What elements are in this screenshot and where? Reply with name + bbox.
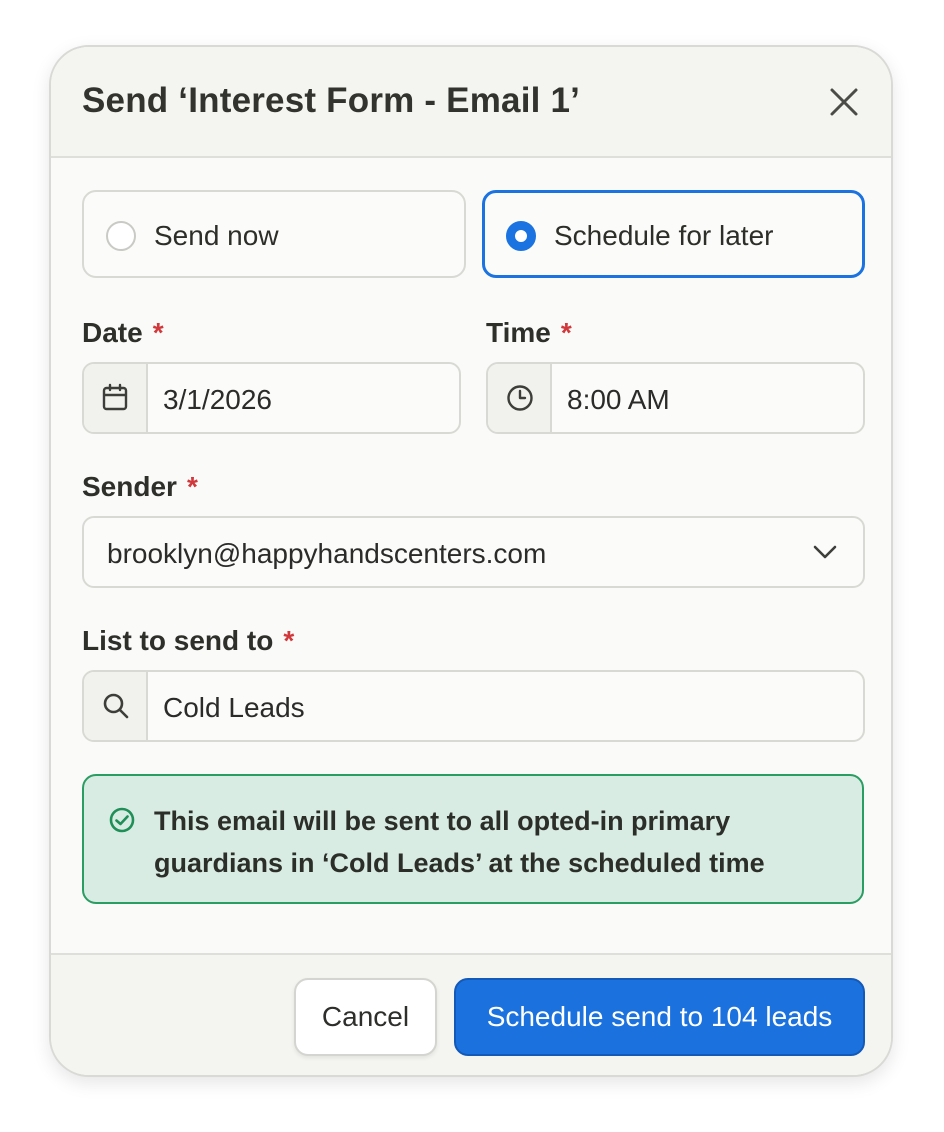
calendar-icon xyxy=(102,383,128,411)
dialog-header: Send ‘Interest Form - Email 1’ xyxy=(51,47,891,158)
sender-select[interactable]: brooklyn@happyhandscenters.com xyxy=(82,516,865,588)
list-label: List to send to * xyxy=(82,625,294,657)
sender-required-mark: * xyxy=(186,471,198,502)
date-value: 3/1/2026 xyxy=(163,384,272,415)
date-label-text: Date xyxy=(82,317,143,348)
sender-label-text: Sender xyxy=(82,471,177,502)
send-now-label: Send now xyxy=(154,220,279,251)
info-notice: This email will be sent to all opted-in … xyxy=(82,774,864,904)
close-button[interactable] xyxy=(827,85,861,119)
send-email-dialog: Send ‘Interest Form - Email 1’ Send now … xyxy=(49,45,893,1077)
close-icon xyxy=(830,88,858,116)
list-search-field[interactable]: Cold Leads xyxy=(82,670,865,742)
date-addon xyxy=(84,364,148,432)
date-required-mark: * xyxy=(152,317,164,348)
list-value: Cold Leads xyxy=(163,692,305,723)
chevron-down-icon xyxy=(813,545,837,559)
schedule-later-radio[interactable] xyxy=(506,221,536,251)
dialog-footer: Cancel Schedule send to 104 leads xyxy=(51,953,891,1075)
list-required-mark: * xyxy=(283,625,295,656)
schedule-later-option[interactable]: Schedule for later xyxy=(482,190,865,278)
sender-value: brooklyn@happyhandscenters.com xyxy=(107,538,547,569)
date-field[interactable]: 3/1/2026 xyxy=(82,362,461,434)
send-now-radio[interactable] xyxy=(106,221,136,251)
date-label: Date * xyxy=(82,317,164,349)
schedule-send-button[interactable]: Schedule send to 104 leads xyxy=(454,978,865,1056)
list-addon xyxy=(84,672,148,740)
time-label: Time * xyxy=(486,317,572,349)
notice-text: This email will be sent to all opted-in … xyxy=(154,806,765,878)
schedule-later-label: Schedule for later xyxy=(554,220,774,251)
sender-label: Sender * xyxy=(82,471,198,503)
clock-icon xyxy=(507,385,533,411)
check-circle-icon xyxy=(109,807,135,833)
time-label-text: Time xyxy=(486,317,551,348)
time-required-mark: * xyxy=(560,317,572,348)
time-value: 8:00 AM xyxy=(567,384,670,415)
list-label-text: List to send to xyxy=(82,625,274,656)
search-icon xyxy=(103,693,129,719)
time-field[interactable]: 8:00 AM xyxy=(486,362,865,434)
send-now-option[interactable]: Send now xyxy=(82,190,466,278)
cancel-button[interactable]: Cancel xyxy=(294,978,437,1056)
dialog-title: Send ‘Interest Form - Email 1’ xyxy=(82,81,581,120)
time-addon xyxy=(488,364,552,432)
